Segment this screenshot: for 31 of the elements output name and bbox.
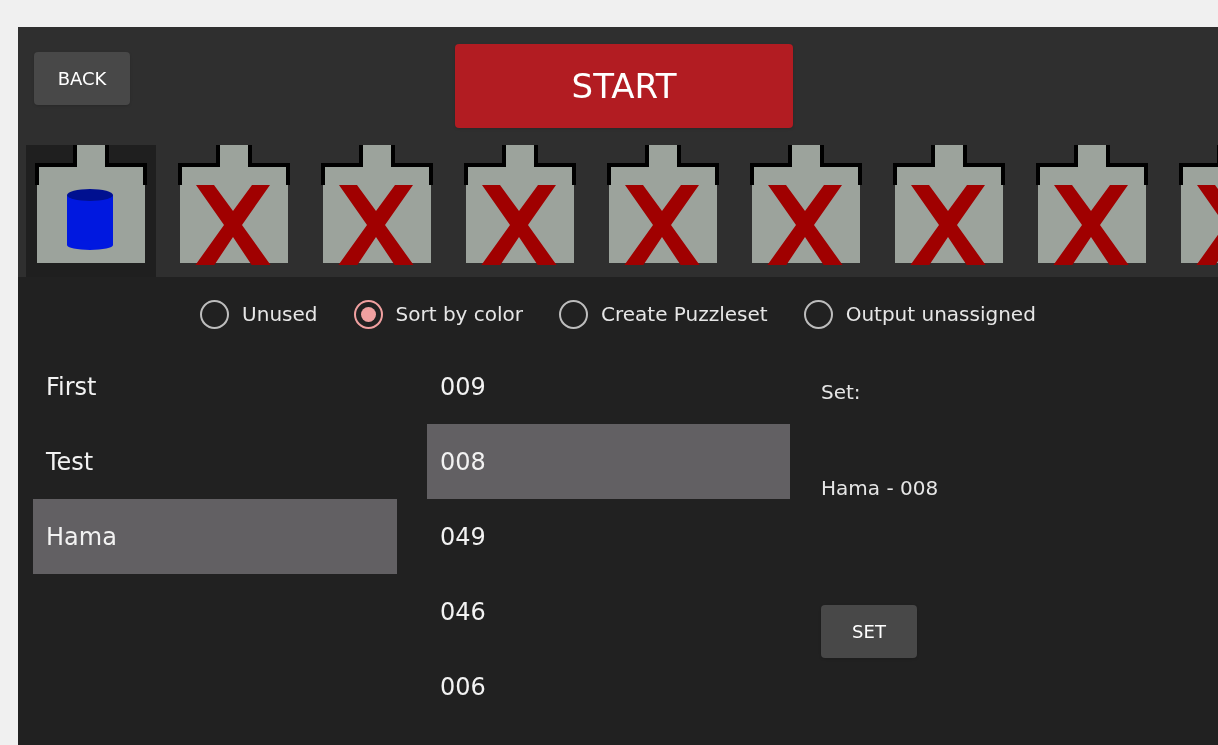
radio-label[interactable]: Sort by color (395, 299, 524, 329)
start-button[interactable]: START (455, 44, 793, 128)
list-item[interactable]: 008 (427, 424, 790, 499)
x-mark-icon (909, 185, 987, 265)
list-item[interactable]: 006 (427, 649, 790, 724)
radio-button[interactable] (200, 299, 230, 329)
list-item[interactable]: 009 (427, 349, 790, 424)
x-mark-icon (766, 185, 844, 265)
radio-label[interactable]: Unused (242, 299, 318, 329)
list-item[interactable]: 046 (427, 574, 790, 649)
set-value: Hama - 008 (821, 475, 939, 502)
back-button[interactable]: BACK (34, 52, 130, 105)
list-item[interactable]: Hama (33, 499, 397, 574)
set-heading: Set: (821, 379, 862, 406)
list-item[interactable]: First (33, 349, 397, 424)
list-item[interactable]: Test (33, 424, 397, 499)
set-button[interactable]: SET (821, 605, 917, 658)
x-mark-icon (480, 185, 558, 265)
radio-button[interactable] (353, 299, 383, 329)
x-mark-icon (337, 185, 415, 265)
x-mark-icon (623, 185, 701, 265)
x-mark-icon (1195, 185, 1218, 265)
radio-label[interactable]: Create Puzzleset (601, 299, 768, 329)
cylinder-icon (67, 189, 113, 250)
radio-button[interactable] (559, 299, 589, 329)
x-mark-icon (1052, 185, 1130, 265)
bin-slot[interactable] (26, 145, 156, 277)
list-item[interactable]: 049 (427, 499, 790, 574)
x-mark-icon (194, 185, 272, 265)
radio-label[interactable]: Output unassigned (845, 299, 1036, 329)
radio-button[interactable] (803, 299, 833, 329)
